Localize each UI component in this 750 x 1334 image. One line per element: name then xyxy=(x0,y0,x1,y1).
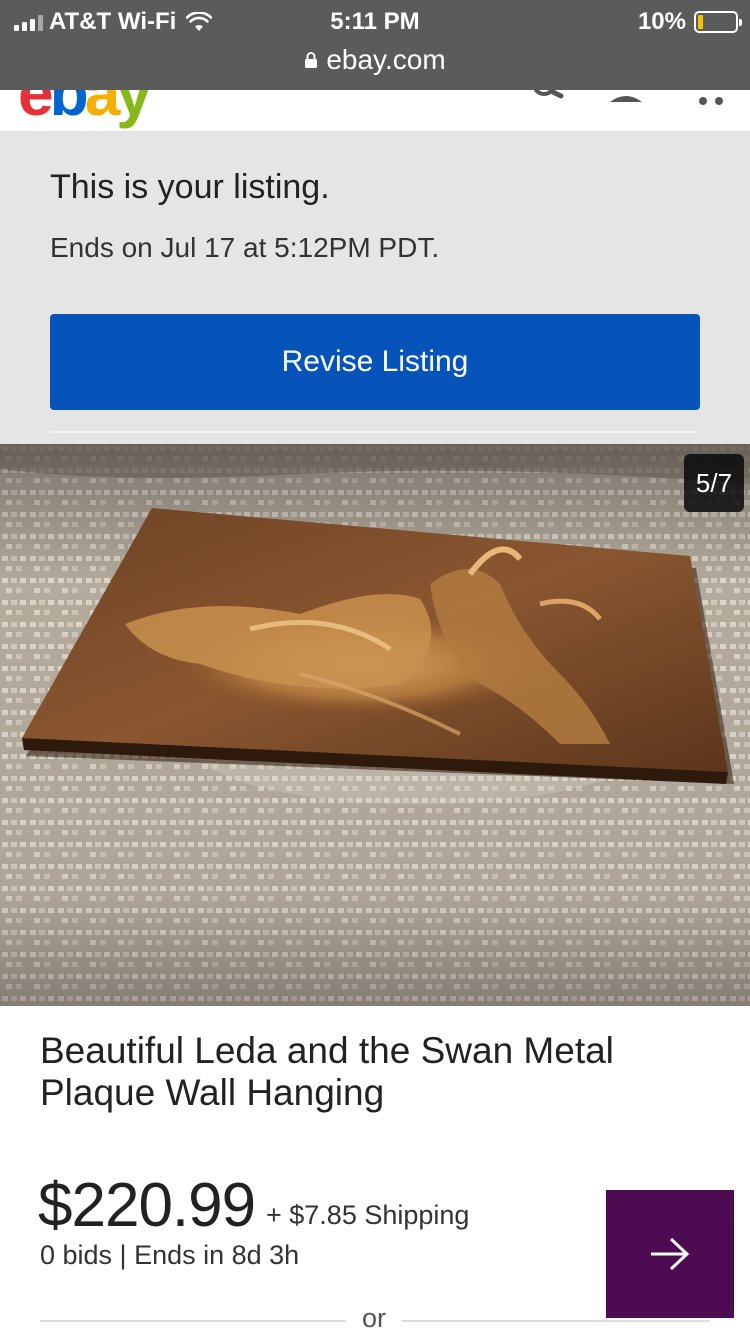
or-label: or xyxy=(361,1303,386,1333)
ebay-logo[interactable]: ebay xyxy=(18,90,152,130)
shipping-cost: + $7.85 Shipping xyxy=(266,1200,470,1230)
listing-heading: This is your listing. xyxy=(50,168,330,206)
status-bar: AT&T Wi-Fi 5:11 PM 10% ebay.com xyxy=(0,0,750,90)
divider-line-right xyxy=(402,1320,710,1322)
your-listing-banner: This is your listing. Ends on Jul 17 at … xyxy=(0,132,750,444)
divider-line-left xyxy=(40,1320,346,1322)
view-details-button[interactable] xyxy=(606,1190,734,1318)
address-bar[interactable]: ebay.com xyxy=(0,44,750,76)
lock-icon xyxy=(305,52,318,68)
user-icon[interactable] xyxy=(606,90,646,106)
arrow-right-icon xyxy=(651,1237,690,1271)
item-price: $220.99 xyxy=(38,1171,256,1240)
or-divider: or xyxy=(40,1303,710,1334)
battery-icon xyxy=(694,11,742,33)
url-text: ebay.com xyxy=(326,44,446,75)
listing-end-date: Ends on Jul 17 at 5:12PM PDT. xyxy=(50,232,440,263)
battery-percent: 10% xyxy=(637,8,686,35)
battery-area: 10% xyxy=(637,8,742,36)
revise-listing-button[interactable]: Revise Listing xyxy=(50,314,700,410)
cart-icon[interactable] xyxy=(690,90,730,106)
image-counter: 5/7 xyxy=(684,454,744,512)
item-title: Beautiful Leda and the Swan Metal Plaque… xyxy=(40,1030,614,1113)
site-header: ebay xyxy=(0,90,750,132)
search-icon[interactable] xyxy=(528,90,568,106)
product-image[interactable]: 5/7 xyxy=(0,444,750,1006)
plaque-photo xyxy=(0,444,750,1006)
bids-and-time-left: 0 bids | Ends in 8d 3h xyxy=(40,1240,300,1270)
divider xyxy=(50,431,700,433)
